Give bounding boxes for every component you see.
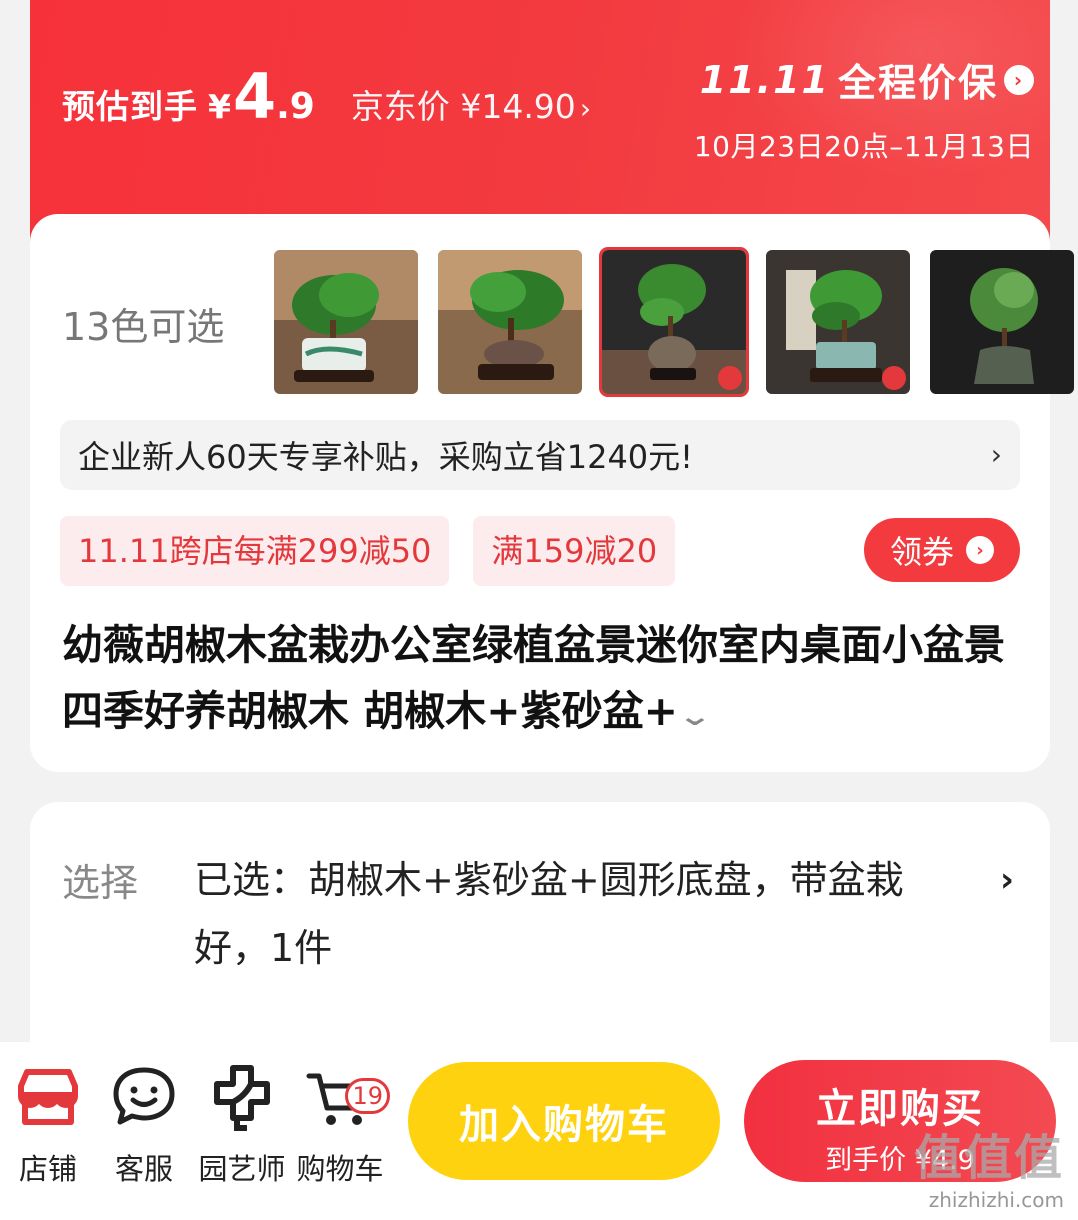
variant-thumbnails bbox=[274, 247, 1074, 397]
price-currency: ¥ bbox=[208, 87, 231, 126]
expand-chevron-icon[interactable]: ⌄ bbox=[677, 684, 712, 750]
store-icon bbox=[13, 1062, 83, 1132]
get-coupon-button[interactable]: 领券 › bbox=[864, 518, 1020, 582]
bonsai-image bbox=[274, 250, 418, 394]
options-label: 选择 bbox=[62, 861, 139, 905]
chevron-right-icon: › bbox=[999, 860, 1014, 900]
arrow-circle-icon: › bbox=[966, 536, 994, 564]
add-to-cart-label: 加入购物车 bbox=[459, 1102, 669, 1148]
jd-price-text: 京东价 ¥14.90 bbox=[350, 87, 576, 126]
variant-thumbnail[interactable] bbox=[766, 250, 910, 394]
nav-store[interactable]: 店铺 bbox=[0, 1062, 96, 1188]
bonsai-image bbox=[438, 250, 582, 394]
get-coupon-label: 领券 bbox=[889, 533, 954, 571]
bonsai-image bbox=[766, 250, 910, 394]
coupon-tag[interactable]: 11.11跨店每满299减50 bbox=[60, 516, 450, 586]
nav-cart[interactable]: 19 购物车 bbox=[292, 1062, 390, 1188]
variant-thumbnail[interactable] bbox=[438, 250, 582, 394]
nav-label: 园艺师 bbox=[198, 1152, 286, 1186]
variant-thumbnail[interactable] bbox=[930, 250, 1074, 394]
variant-thumbnail-selected[interactable] bbox=[599, 247, 749, 397]
product-card: 13色可选 企业新人60天专享补贴，采购立省1240元! › 11.11跨店每满… bbox=[30, 214, 1074, 772]
coupon-tag[interactable]: 满159减20 bbox=[473, 516, 676, 586]
bonsai-image bbox=[930, 250, 1074, 394]
price-decimal: .9 bbox=[276, 86, 315, 127]
price-integer: 4 bbox=[232, 60, 277, 133]
selected-options-text: 已选：胡椒木+紫砂盆+圆形底盘，带盆栽好，1件 bbox=[194, 858, 904, 970]
nav-customer-service[interactable]: 客服 bbox=[96, 1062, 192, 1188]
variant-thumbnail[interactable] bbox=[274, 250, 418, 394]
nav-label: 店铺 bbox=[18, 1152, 77, 1186]
customer-service-icon bbox=[109, 1062, 179, 1132]
color-count-label[interactable]: 13色可选 bbox=[62, 296, 224, 351]
promo-title: 全程价保 bbox=[837, 61, 998, 105]
nav-label: 客服 bbox=[114, 1152, 173, 1186]
cart-count-badge: 19 bbox=[345, 1078, 390, 1114]
coupon-list: 11.11跨店每满299减50 满159减20 bbox=[60, 516, 676, 586]
nav-gardener[interactable]: 园艺师 bbox=[194, 1062, 290, 1188]
nav-label: 购物车 bbox=[296, 1152, 384, 1186]
bonsai-image bbox=[602, 250, 746, 394]
price-row: 预估到手 ¥ 4 .9 京东价 ¥14.90 › bbox=[62, 66, 591, 128]
arrow-circle-icon: › bbox=[1004, 64, 1034, 95]
double-eleven-logo: 11.11 bbox=[699, 57, 830, 102]
gardener-icon bbox=[207, 1062, 277, 1132]
jd-price-link[interactable]: 京东价 ¥14.90 › bbox=[351, 80, 591, 128]
add-to-cart-button[interactable]: 加入购物车 bbox=[408, 1062, 720, 1180]
estimated-price-label: 预估到手 bbox=[62, 87, 198, 126]
product-title: 幼薇胡椒木盆栽办公室绿植盆景迷你室内桌面小盆景四季好养胡椒木 胡椒木+紫砂盆+⌄ bbox=[62, 612, 1022, 750]
price-protection-promo[interactable]: 11.11 全程价保 › 10月23日20点–11月13日 bbox=[694, 52, 1034, 165]
bottom-action-bar: 店铺 客服 园艺师 19 购物车 加入购物车 立即购买 到手价 ¥4.9 值值值… bbox=[0, 1042, 1078, 1220]
chevron-right-icon: › bbox=[990, 438, 1002, 471]
product-title-text: 幼薇胡椒木盆栽办公室绿植盆景迷你室内桌面小盆景四季好养胡椒木 胡椒木+紫砂盆+ bbox=[62, 621, 1005, 735]
enterprise-subsidy-banner[interactable]: 企业新人60天专享补贴，采购立省1240元! › bbox=[60, 420, 1020, 490]
promo-dates: 10月23日20点–11月13日 bbox=[693, 130, 1034, 163]
watermark-url: zhizhizhi.com bbox=[928, 1188, 1064, 1212]
site-watermark: 值值值 zhizhizhi.com bbox=[914, 1118, 1064, 1212]
watermark-logo: 值值值 bbox=[913, 1130, 1064, 1186]
subsidy-text: 企业新人60天专享补贴，采购立省1240元! bbox=[78, 438, 693, 476]
chevron-right-icon: › bbox=[579, 92, 592, 125]
